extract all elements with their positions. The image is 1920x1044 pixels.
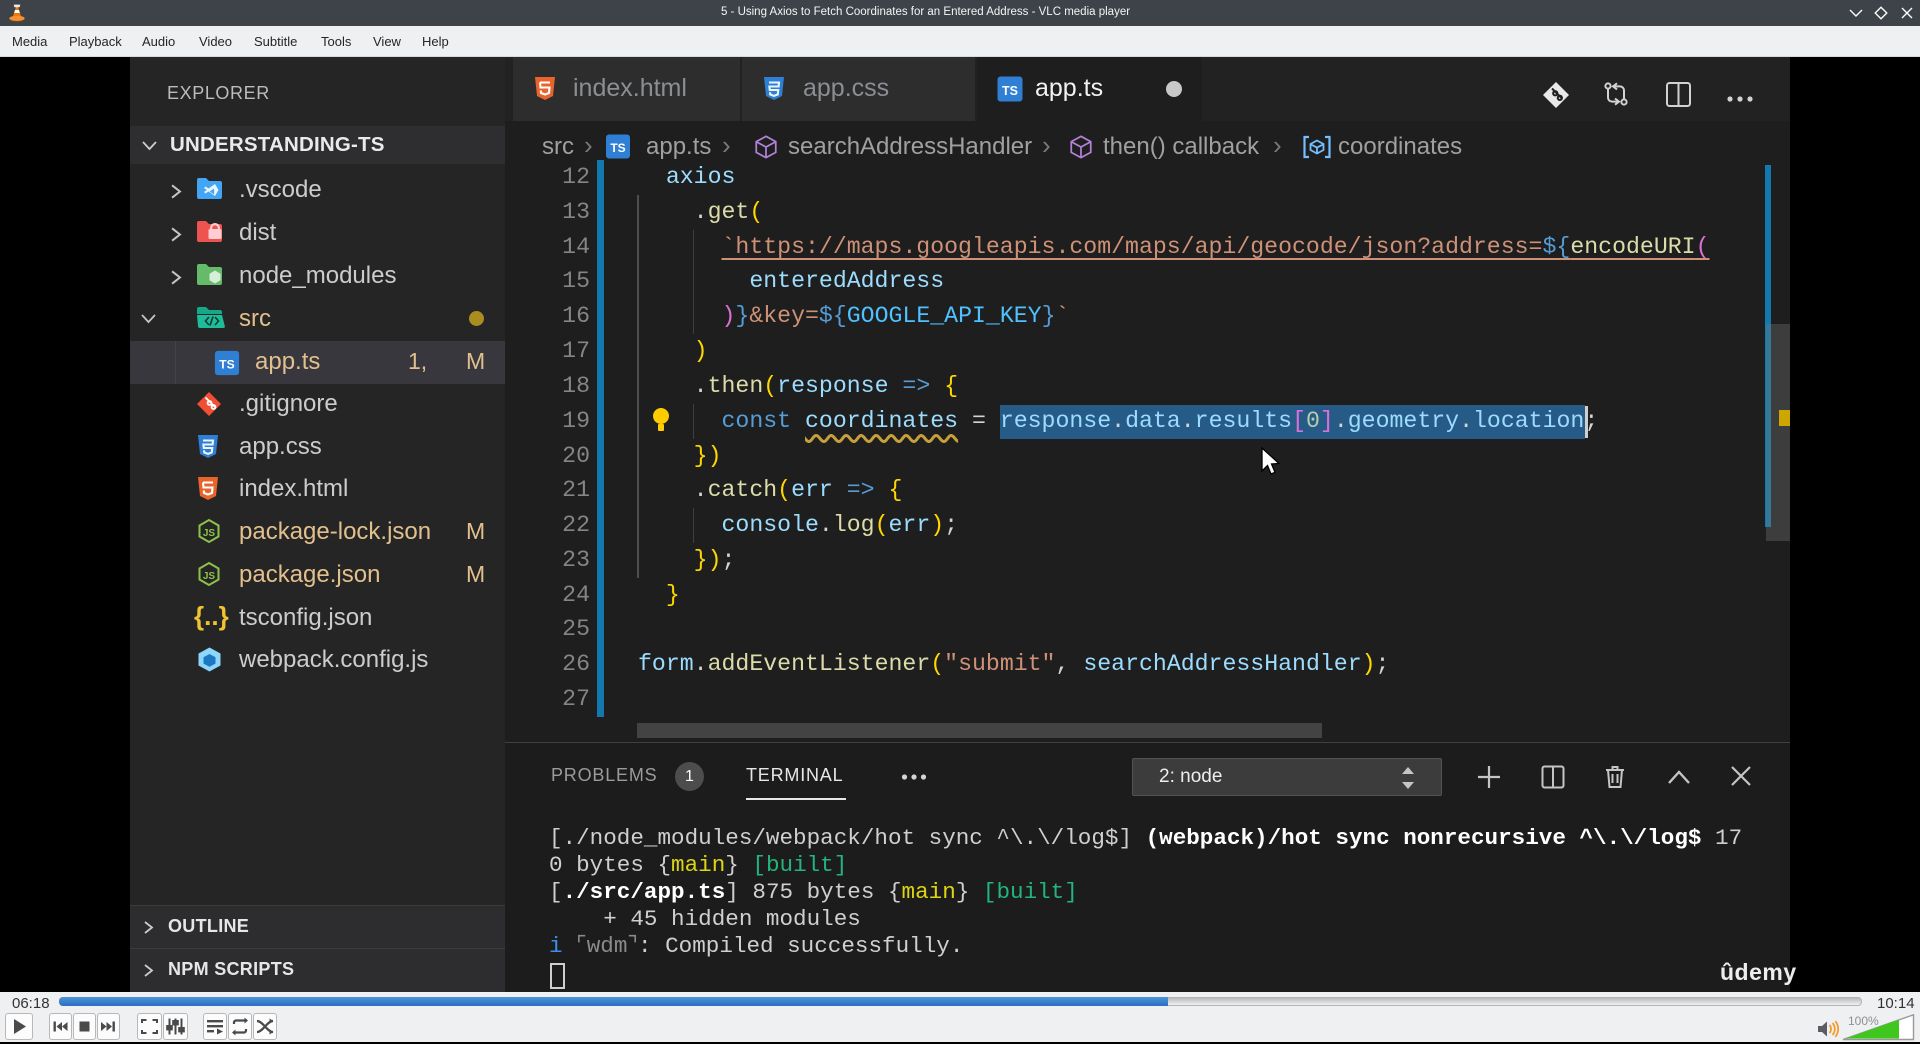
- svg-text:TS: TS: [610, 141, 625, 155]
- svg-text:JS: JS: [203, 571, 216, 582]
- svg-text:TS: TS: [1002, 84, 1018, 98]
- svg-text:TS: TS: [219, 358, 234, 372]
- svg-text:JS: JS: [203, 528, 216, 539]
